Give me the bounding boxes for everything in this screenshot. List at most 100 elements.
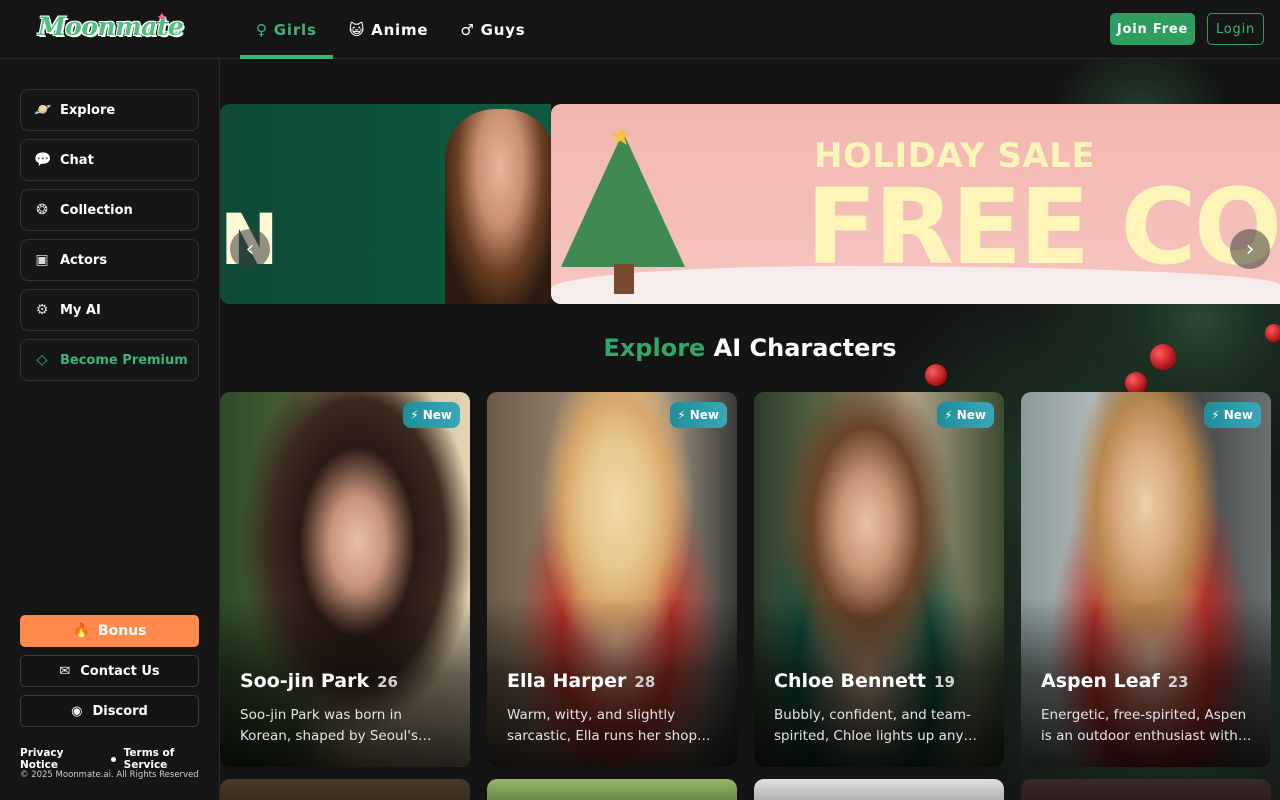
chevron-left-icon: ‹ (245, 236, 255, 262)
discord-button[interactable]: ◉ Discord (20, 695, 199, 727)
ornament-icon (1125, 372, 1147, 394)
bonus-label: Bonus (97, 623, 147, 639)
xmas-tree-trunk (614, 264, 634, 294)
character-card-partial[interactable] (487, 779, 737, 800)
character-name-text: Soo-jin Park (240, 670, 370, 692)
character-description: Soo-jin Park was born in Korean, shaped … (240, 707, 432, 744)
character-card[interactable]: ⚡ New Ella Harper 28 Warm, witty, and sl… (487, 392, 737, 767)
character-name: Soo-jin Park 26 (240, 670, 398, 692)
character-name: Chloe Bennett 19 (774, 670, 955, 692)
actors-icon: ▣ (35, 252, 49, 268)
character-age: 26 (377, 673, 398, 691)
character-age: 19 (934, 673, 955, 691)
chat-icon: 💬 (34, 152, 52, 168)
tab-girls[interactable]: ♀ Girls (240, 0, 333, 59)
lightning-icon: ⚡ (677, 408, 686, 422)
join-free-button[interactable]: Join Free (1110, 13, 1195, 45)
section-title: Explore AI Characters (220, 334, 1280, 362)
banner-slide-holiday[interactable]: ★ HOLIDAY SALE FREE CO (551, 104, 1280, 304)
lightning-icon: ⚡ (1211, 408, 1220, 422)
privacy-link[interactable]: Privacy Notice (20, 747, 103, 771)
handshake-icon: ✉ (59, 663, 71, 679)
banner-slide-previous[interactable]: N (220, 104, 551, 304)
character-card[interactable]: ⚡ New Chloe Bennett 19 Bubbly, confident… (754, 392, 1004, 767)
top-header: Moonmate ✦ ♀ Girls 😺 Anime ♂ Guys Join F… (0, 0, 1280, 59)
character-card[interactable]: ⚡ New Aspen Leaf 23 Energetic, free-spir… (1021, 392, 1271, 767)
ornament-icon (925, 364, 947, 386)
login-button[interactable]: Login (1207, 13, 1264, 45)
flame-icon: 🔥 (72, 623, 90, 639)
tab-guys[interactable]: ♂ Guys (444, 0, 541, 59)
discord-icon: ◉ (71, 703, 83, 719)
carousel-prev-button[interactable]: ‹ (230, 229, 270, 269)
cat-icon: 😺 (348, 20, 366, 39)
character-name: Aspen Leaf 23 (1041, 670, 1189, 692)
badge-label: New (422, 408, 452, 422)
chevron-right-icon: › (1245, 236, 1255, 262)
tab-guys-label: Guys (480, 20, 526, 39)
carousel-next-button[interactable]: › (1230, 229, 1270, 269)
tab-girls-label: Girls (273, 20, 317, 39)
sidebar-item-explore[interactable]: 🪐 Explore (20, 89, 199, 131)
character-description: Bubbly, confident, and team-spirited, Ch… (774, 707, 977, 744)
sparkle-icon: ✦ (156, 10, 168, 26)
collection-icon: ❂ (36, 202, 48, 218)
discord-label: Discord (92, 703, 148, 719)
contact-label: Contact Us (80, 663, 160, 679)
new-badge: ⚡ New (403, 402, 460, 428)
sidebar-item-chat[interactable]: 💬 Chat (20, 139, 199, 181)
section-title-text: AI Characters (713, 334, 897, 362)
free-coins-heading: FREE CO (806, 166, 1280, 288)
tab-anime-label: Anime (371, 20, 429, 39)
sidebar-item-actors[interactable]: ▣ Actors (20, 239, 199, 281)
sidebar-item-label: Become Premium (60, 352, 188, 368)
section-title-accent: Explore (603, 334, 706, 362)
contact-us-button[interactable]: ✉ Contact Us (20, 655, 199, 687)
female-icon: ♀ (256, 20, 268, 39)
sidebar-item-premium[interactable]: ◇ Become Premium (20, 339, 199, 381)
sidebar: 🪐 Explore 💬 Chat ❂ Collection ▣ Actors ⚙… (0, 59, 220, 800)
tab-anime[interactable]: 😺 Anime (333, 0, 445, 59)
lightning-icon: ⚡ (410, 408, 419, 422)
promo-carousel[interactable]: N ★ HOLIDAY SALE FREE CO ‹ › (220, 104, 1280, 304)
star-icon: ★ (609, 122, 633, 152)
terms-link[interactable]: Terms of Service (124, 747, 219, 771)
character-card-partial[interactable] (220, 779, 470, 800)
character-age: 28 (634, 673, 656, 691)
sidebar-item-label: Actors (60, 252, 108, 268)
sidebar-item-collection[interactable]: ❂ Collection (20, 189, 199, 231)
character-description: Energetic, free-spirited, Aspen is an ou… (1041, 707, 1252, 744)
robot-icon: ⚙ (35, 302, 49, 318)
new-badge: ⚡ New (670, 402, 727, 428)
banner-model-image (445, 109, 551, 304)
character-name: Ella Harper 28 (507, 670, 655, 692)
sidebar-item-label: Collection (60, 202, 133, 218)
lightning-icon: ⚡ (944, 408, 953, 422)
sidebar-item-my-ai[interactable]: ⚙ My AI (20, 289, 199, 331)
character-card-partial[interactable] (1021, 779, 1271, 800)
badge-label: New (1223, 408, 1253, 422)
character-name-text: Aspen Leaf (1041, 670, 1160, 692)
badge-label: New (689, 408, 719, 422)
character-description: Warm, witty, and slightly sarcastic, Ell… (507, 707, 711, 744)
character-age: 23 (1167, 673, 1189, 691)
character-card-partial[interactable] (754, 779, 1004, 800)
new-badge: ⚡ New (1204, 402, 1261, 428)
sidebar-item-label: My AI (60, 302, 101, 318)
xmas-tree-illustration (561, 132, 685, 267)
bonus-button[interactable]: 🔥 Bonus (20, 615, 199, 647)
main-content: N ★ HOLIDAY SALE FREE CO ‹ › Explore AI … (220, 59, 1280, 800)
sidebar-item-label: Explore (60, 102, 116, 118)
character-name-text: Ella Harper (507, 670, 627, 692)
planet-icon: 🪐 (34, 102, 52, 118)
sidebar-item-label: Chat (60, 152, 94, 168)
copyright-text: © 2025 Moonmate.ai. All Rights Reserved (20, 770, 199, 780)
male-icon: ♂ (460, 20, 475, 39)
new-badge: ⚡ New (937, 402, 994, 428)
footer-links: Privacy Notice Terms of Service (20, 747, 219, 771)
category-tabs: ♀ Girls 😺 Anime ♂ Guys (240, 0, 542, 59)
character-card[interactable]: ⚡ New Soo-jin Park 26 Soo-jin Park was b… (220, 392, 470, 767)
separator-dot (110, 756, 116, 762)
badge-label: New (956, 408, 986, 422)
diamond-icon: ◇ (36, 352, 48, 368)
